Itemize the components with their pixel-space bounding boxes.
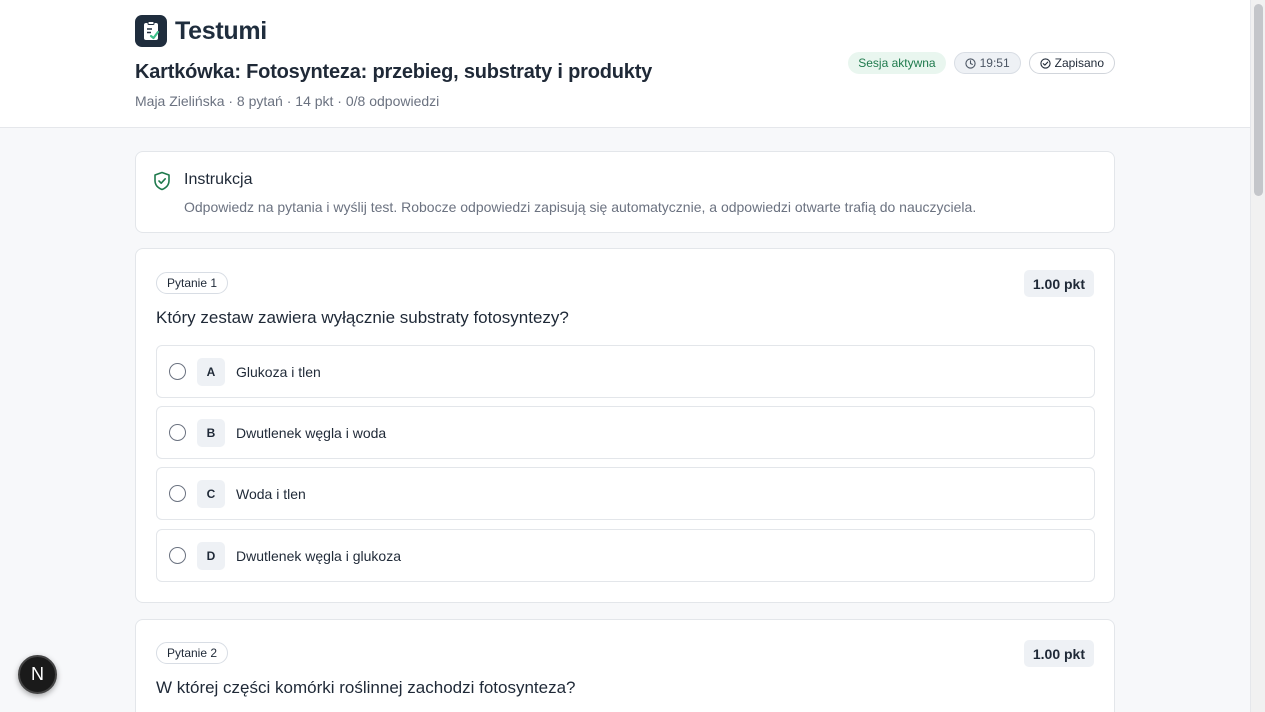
instructions-title: Instrukcja [184, 171, 253, 188]
radio-button[interactable] [169, 363, 186, 380]
check-circle-icon [1039, 57, 1051, 69]
question-card-2: Pytanie 2 1.00 pkt W której części komór… [135, 619, 1115, 712]
answer-option-d[interactable]: D Dwutlenek węgla i glukoza [156, 529, 1095, 582]
question-card-1: Pytanie 1 1.00 pkt Który zestaw zawiera … [135, 248, 1115, 603]
radio-button[interactable] [169, 547, 186, 564]
saved-badge: Zapisano [1028, 52, 1115, 74]
question-text: Który zestaw zawiera wyłącznie substraty… [156, 308, 569, 327]
timer-badge: 19:51 [953, 52, 1021, 74]
brand[interactable]: Testumi [135, 15, 267, 47]
question-points: 1.00 pkt [1023, 640, 1094, 667]
saved-label: Zapisano [1054, 56, 1104, 70]
option-text: Woda i tlen [236, 485, 306, 502]
question-text: W której części komórki roślinnej zachod… [156, 678, 576, 697]
radio-button[interactable] [169, 485, 186, 502]
brand-name: Testumi [175, 16, 267, 45]
testumi-logo-icon [135, 15, 167, 47]
shield-check-icon [153, 171, 171, 196]
timer-value: 19:51 [979, 56, 1010, 70]
answer-option-a[interactable]: A Glukoza i tlen [156, 345, 1095, 398]
question-number-badge: Pytanie 1 [156, 272, 229, 294]
scrollbar[interactable] [1250, 0, 1265, 712]
option-text: Dwutlenek węgla i glukoza [236, 547, 401, 564]
option-letter: C [197, 479, 225, 508]
option-letter: D [197, 541, 225, 570]
quiz-title: Kartkówka: Fotosynteza: przebieg, substr… [135, 61, 653, 83]
option-text: Dwutlenek węgla i woda [236, 424, 387, 441]
radio-button[interactable] [169, 424, 186, 441]
session-status-label: Sesja aktywna [858, 56, 936, 70]
fab-label: N [31, 664, 44, 684]
question-points: 1.00 pkt [1023, 270, 1094, 297]
answer-option-b[interactable]: B Dwutlenek węgla i woda [156, 406, 1095, 459]
status-badges: Sesja aktywna 19:51 Zapisano [848, 52, 1115, 74]
next-dev-tools-button[interactable]: N [18, 655, 57, 694]
answer-option-c[interactable]: C Woda i tlen [156, 467, 1095, 520]
option-letter: A [197, 357, 225, 386]
header: Testumi Kartkówka: Fotosynteza: przebieg… [0, 0, 1250, 128]
instructions-card: Instrukcja Odpowiedz na pytania i wyślij… [135, 151, 1115, 233]
quiz-meta: Maja Zielińska · 8 pytań · 14 pkt · 0/8 … [135, 93, 440, 109]
question-number-badge: Pytanie 2 [156, 642, 229, 664]
scrollbar-thumb[interactable] [1254, 4, 1263, 196]
session-status-badge: Sesja aktywna [848, 52, 946, 74]
instructions-text: Odpowiedz na pytania i wyślij test. Robo… [184, 199, 977, 215]
clock-icon [964, 57, 976, 69]
option-letter: B [197, 418, 225, 447]
page: Testumi Kartkówka: Fotosynteza: przebieg… [0, 0, 1265, 712]
option-text: Glukoza i tlen [236, 363, 321, 380]
